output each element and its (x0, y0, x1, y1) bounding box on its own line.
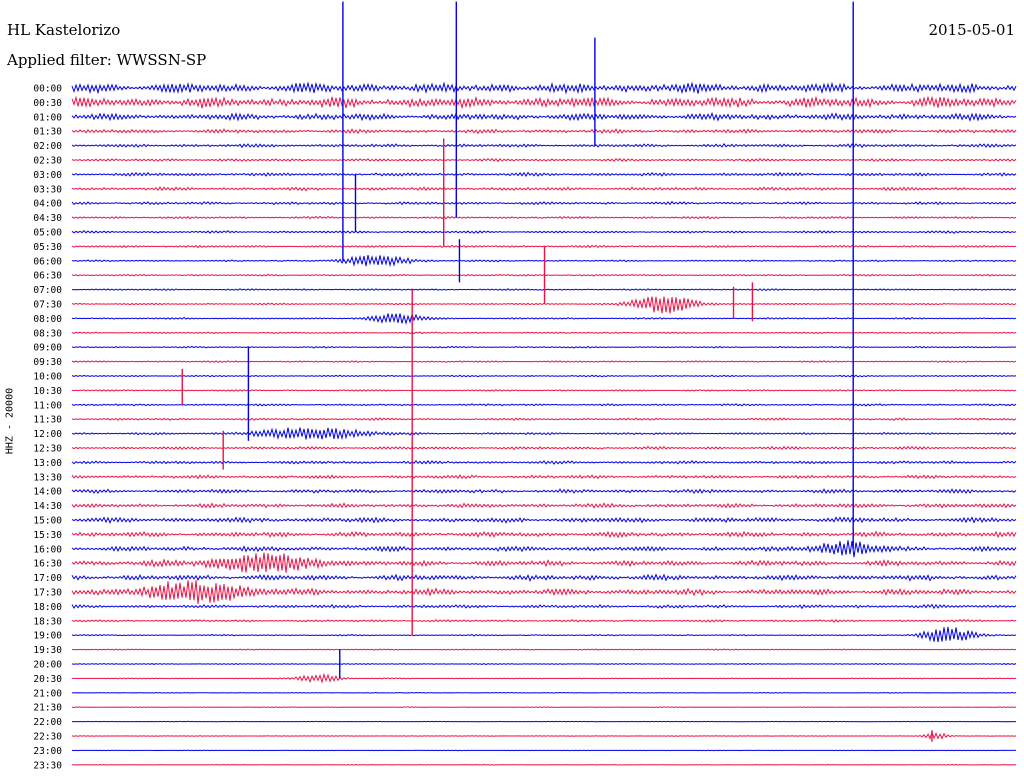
time-tick-label: 05:30 (33, 242, 62, 253)
trace-line (71, 706, 1017, 709)
trace-line (71, 171, 1017, 178)
time-tick-label: 19:00 (33, 631, 62, 642)
trace-line (71, 312, 1017, 326)
trace-line (71, 459, 1017, 465)
trace-line (71, 662, 1017, 666)
time-tick-label: 15:30 (33, 530, 62, 541)
time-tick-label: 15:00 (33, 516, 62, 527)
time-tick-label: 00:00 (33, 84, 62, 95)
trace-line (71, 445, 1017, 451)
helicorder-plot: 00:00 00:30 01:00 01:30 02:00 02:30 03:00 03:30… (33, 1, 1017, 771)
trace-line (71, 618, 1017, 623)
trace-line (71, 417, 1017, 422)
trace-line (71, 229, 1017, 234)
time-tick-label: 05:00 (33, 228, 62, 239)
time-tick-label: 11:00 (33, 400, 62, 411)
time-tick-label: 23:00 (33, 746, 62, 757)
time-tick-label: 03:30 (33, 184, 62, 195)
time-tick-label: 20:00 (33, 660, 62, 671)
time-tick-label: 10:00 (33, 372, 62, 383)
time-tick-label: 12:00 (33, 429, 62, 440)
trace-line (71, 691, 1017, 694)
time-tick-label: 04:30 (33, 213, 62, 224)
trace-line (71, 374, 1017, 378)
time-tick-label: 12:30 (33, 444, 62, 455)
time-tick-label: 08:30 (33, 328, 62, 339)
trace-line (71, 516, 1017, 524)
trace-line (71, 763, 1017, 766)
time-tick-label: 11:30 (33, 415, 62, 426)
time-tick-label: 18:30 (33, 616, 62, 627)
trace-line (71, 360, 1017, 364)
time-tick-label: 21:00 (33, 688, 62, 699)
trace-line (71, 81, 1017, 95)
time-tick-label: 20:30 (33, 674, 62, 685)
time-tick-label: 21:30 (33, 703, 62, 714)
trace-line (71, 720, 1017, 723)
time-tick-label: 23:30 (33, 760, 62, 771)
trace-line (71, 502, 1017, 509)
time-tick-label: 06:00 (33, 256, 62, 267)
time-tick-label: 02:00 (33, 141, 62, 152)
trace-line (71, 95, 1017, 110)
trace-line (71, 749, 1017, 752)
time-tick-label: 16:00 (33, 544, 62, 555)
trace-line (71, 331, 1017, 335)
time-tick-label: 04:00 (33, 199, 62, 210)
time-tick-label: 13:30 (33, 472, 62, 483)
time-tick-label: 14:30 (33, 501, 62, 512)
trace-line (71, 215, 1017, 220)
trace-line (71, 540, 1017, 558)
time-tick-label: 00:30 (33, 98, 62, 109)
trace-line (71, 730, 1017, 740)
time-tick-label: 13:00 (33, 458, 62, 469)
trace-line (71, 648, 1017, 651)
channel-axis-label: HHZ - 20000 (4, 387, 16, 455)
trace-line (71, 672, 1017, 684)
filter-subtitle: Applied filter: WWSSN-SP (7, 51, 207, 69)
time-tick-label: 06:30 (33, 271, 62, 282)
time-tick-label: 09:00 (33, 343, 62, 354)
time-tick-label: 07:30 (33, 300, 62, 311)
time-tick-label: 17:00 (33, 573, 62, 584)
time-tick-label: 03:00 (33, 170, 62, 181)
trace-line (71, 200, 1017, 206)
time-tick-label: 08:00 (33, 314, 62, 325)
time-tick-label: 01:30 (33, 127, 62, 138)
date-label: 2015-05-01 (928, 21, 1015, 39)
time-tick-label: 02:30 (33, 156, 62, 167)
time-tick-label: 10:30 (33, 386, 62, 397)
time-tick-label: 14:00 (33, 487, 62, 498)
trace-line (71, 580, 1017, 604)
trace-line (71, 474, 1017, 480)
trace-line (71, 128, 1017, 135)
trace-line (71, 143, 1017, 149)
time-tick-label: 16:30 (33, 559, 62, 570)
trace-line (71, 488, 1017, 495)
trace-line (71, 552, 1017, 573)
time-tick-label: 09:30 (33, 357, 62, 368)
trace-line (71, 603, 1017, 610)
time-tick-label: 17:30 (33, 588, 62, 599)
time-tick-label: 22:30 (33, 732, 62, 743)
time-tick-label: 18:00 (33, 602, 62, 613)
time-tick-label: 01:00 (33, 112, 62, 123)
trace-line (71, 111, 1017, 122)
trace-line (71, 388, 1017, 392)
trace-line (71, 403, 1017, 407)
trace-line (71, 626, 1017, 643)
trace-line (71, 530, 1017, 539)
trace-line (71, 345, 1017, 349)
time-tick-label: 07:00 (33, 285, 62, 296)
trace-line (71, 186, 1017, 192)
trace-line (71, 573, 1017, 582)
time-tick-label: 22:00 (33, 717, 62, 728)
trace-line (71, 157, 1017, 163)
time-tick-label: 19:30 (33, 645, 62, 656)
station-title: HL Kastelorizo (7, 21, 121, 39)
trace-line (71, 427, 1017, 441)
